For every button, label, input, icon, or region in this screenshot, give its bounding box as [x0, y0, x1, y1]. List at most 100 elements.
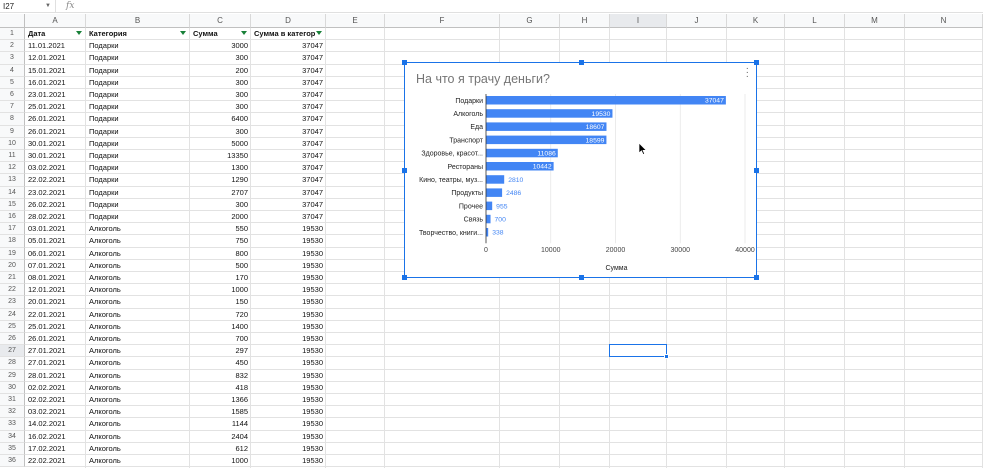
- row-header[interactable]: 30: [0, 381, 25, 394]
- row-header[interactable]: 34: [0, 430, 25, 443]
- category-cell[interactable]: Подарки: [86, 162, 190, 174]
- date-cell[interactable]: 27.01.2021: [25, 345, 86, 357]
- row-header[interactable]: 19: [0, 247, 25, 260]
- category-cell[interactable]: Подарки: [86, 40, 190, 52]
- amount-cell[interactable]: 2707: [190, 187, 251, 199]
- category-cell[interactable]: Алкоголь: [86, 345, 190, 357]
- category-total-cell[interactable]: 37047: [251, 187, 326, 199]
- header-cell[interactable]: Сумма в категор: [251, 28, 326, 40]
- category-total-cell[interactable]: 19530: [251, 321, 326, 333]
- header-cell[interactable]: Категория: [86, 28, 190, 40]
- date-cell[interactable]: 14.02.2021: [25, 418, 86, 430]
- category-total-cell[interactable]: 37047: [251, 65, 326, 77]
- category-total-cell[interactable]: 19530: [251, 284, 326, 296]
- date-cell[interactable]: 06.01.2021: [25, 248, 86, 260]
- date-cell[interactable]: 08.01.2021: [25, 272, 86, 284]
- amount-cell[interactable]: 300: [190, 126, 251, 138]
- category-cell[interactable]: Подарки: [86, 89, 190, 101]
- date-cell[interactable]: 22.02.2021: [25, 455, 86, 467]
- row-header[interactable]: 17: [0, 223, 25, 236]
- category-cell[interactable]: Алкоголь: [86, 248, 190, 260]
- category-cell[interactable]: Алкоголь: [86, 394, 190, 406]
- date-cell[interactable]: 25.01.2021: [25, 101, 86, 113]
- row-header[interactable]: 7: [0, 101, 25, 114]
- row-header[interactable]: 20: [0, 259, 25, 272]
- row-header[interactable]: 25: [0, 320, 25, 333]
- date-cell[interactable]: 26.02.2021: [25, 199, 86, 211]
- category-total-cell[interactable]: 37047: [251, 199, 326, 211]
- category-total-cell[interactable]: 37047: [251, 211, 326, 223]
- date-cell[interactable]: 16.01.2021: [25, 77, 86, 89]
- row-header[interactable]: 13: [0, 174, 25, 187]
- date-cell[interactable]: 22.02.2021: [25, 174, 86, 186]
- row-header[interactable]: 35: [0, 442, 25, 455]
- row-header[interactable]: 36: [0, 455, 25, 468]
- amount-cell[interactable]: 150: [190, 296, 251, 308]
- amount-cell[interactable]: 3000: [190, 40, 251, 52]
- bar-chart[interactable]: На что я трачу деньги? · · · 0 10000 20000 30…: [402, 60, 759, 280]
- amount-cell[interactable]: 297: [190, 345, 251, 357]
- amount-cell[interactable]: 1000: [190, 455, 251, 467]
- date-cell[interactable]: 07.01.2021: [25, 260, 86, 272]
- header-cell[interactable]: Дата: [25, 28, 86, 40]
- date-cell[interactable]: 28.01.2021: [25, 370, 86, 382]
- amount-cell[interactable]: 550: [190, 223, 251, 235]
- row-header[interactable]: 22: [0, 284, 25, 297]
- category-cell[interactable]: Алкоголь: [86, 455, 190, 467]
- category-cell[interactable]: Подарки: [86, 101, 190, 113]
- category-total-cell[interactable]: 19530: [251, 370, 326, 382]
- category-total-cell[interactable]: 37047: [251, 138, 326, 150]
- category-total-cell[interactable]: 37047: [251, 126, 326, 138]
- row-header[interactable]: 23: [0, 296, 25, 309]
- amount-cell[interactable]: 418: [190, 382, 251, 394]
- category-cell[interactable]: Подарки: [86, 126, 190, 138]
- column-header-g[interactable]: G: [500, 14, 560, 28]
- amount-cell[interactable]: 170: [190, 272, 251, 284]
- category-total-cell[interactable]: 19530: [251, 309, 326, 321]
- date-cell[interactable]: 17.02.2021: [25, 443, 86, 455]
- category-total-cell[interactable]: 37047: [251, 174, 326, 186]
- category-total-cell[interactable]: 19530: [251, 296, 326, 308]
- select-all-corner[interactable]: [0, 14, 25, 28]
- amount-cell[interactable]: 1585: [190, 406, 251, 418]
- row-header[interactable]: 6: [0, 89, 25, 102]
- column-header-h[interactable]: H: [560, 14, 610, 28]
- row-header[interactable]: 28: [0, 357, 25, 370]
- row-header[interactable]: 1: [0, 28, 25, 41]
- category-total-cell[interactable]: 37047: [251, 113, 326, 125]
- amount-cell[interactable]: 13350: [190, 150, 251, 162]
- category-cell[interactable]: Подарки: [86, 211, 190, 223]
- date-cell[interactable]: 12.01.2021: [25, 52, 86, 64]
- row-header[interactable]: 27: [0, 345, 25, 358]
- column-header-k[interactable]: K: [727, 14, 785, 28]
- category-cell[interactable]: Алкоголь: [86, 309, 190, 321]
- amount-cell[interactable]: 300: [190, 77, 251, 89]
- amount-cell[interactable]: 450: [190, 357, 251, 369]
- category-cell[interactable]: Подарки: [86, 65, 190, 77]
- date-cell[interactable]: 05.01.2021: [25, 235, 86, 247]
- row-header[interactable]: 3: [0, 52, 25, 65]
- category-total-cell[interactable]: 19530: [251, 223, 326, 235]
- amount-cell[interactable]: 1366: [190, 394, 251, 406]
- row-header[interactable]: 21: [0, 272, 25, 285]
- category-total-cell[interactable]: 19530: [251, 382, 326, 394]
- category-total-cell[interactable]: 37047: [251, 101, 326, 113]
- row-header[interactable]: 4: [0, 64, 25, 77]
- category-cell[interactable]: Алкоголь: [86, 260, 190, 272]
- category-cell[interactable]: Подарки: [86, 138, 190, 150]
- row-header[interactable]: 18: [0, 235, 25, 248]
- date-cell[interactable]: 22.01.2021: [25, 309, 86, 321]
- filter-icon[interactable]: [241, 31, 248, 37]
- amount-cell[interactable]: 700: [190, 333, 251, 345]
- date-cell[interactable]: 26.01.2021: [25, 113, 86, 125]
- row-header[interactable]: 8: [0, 113, 25, 126]
- category-total-cell[interactable]: 37047: [251, 52, 326, 64]
- date-cell[interactable]: 02.02.2021: [25, 394, 86, 406]
- amount-cell[interactable]: 720: [190, 309, 251, 321]
- date-cell[interactable]: 25.01.2021: [25, 321, 86, 333]
- date-cell[interactable]: 26.01.2021: [25, 333, 86, 345]
- name-box[interactable]: I27 ▼: [0, 0, 56, 13]
- category-total-cell[interactable]: 37047: [251, 77, 326, 89]
- category-total-cell[interactable]: 37047: [251, 162, 326, 174]
- category-total-cell[interactable]: 19530: [251, 248, 326, 260]
